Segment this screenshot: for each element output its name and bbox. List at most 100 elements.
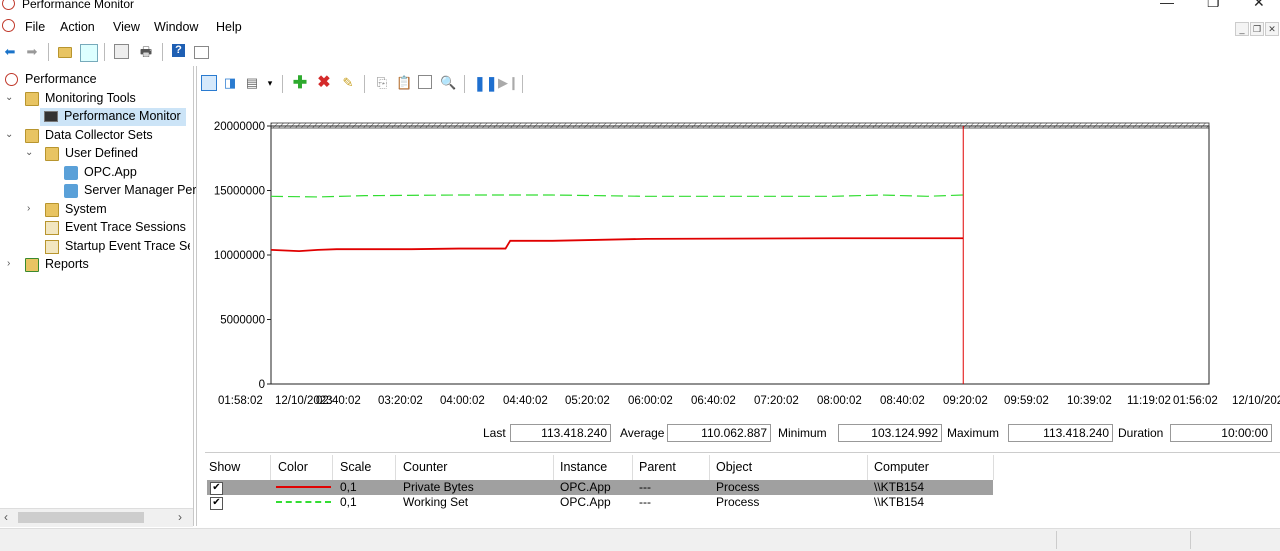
col-object[interactable]: Object (716, 460, 752, 474)
col-scale[interactable]: Scale (340, 460, 371, 474)
view-graph-icon[interactable] (201, 75, 217, 91)
chevron-down-icon[interactable]: ⌄ (5, 92, 15, 103)
view-data-icon[interactable]: ◨ (222, 75, 238, 91)
series-line-working-set[interactable] (270, 194, 964, 198)
legend-row-private-bytes[interactable]: ✔ 0,1 Private Bytes OPC.App --- Process … (207, 480, 993, 495)
tree-item-monitoring-tools[interactable]: ⌄ Monitoring Tools (0, 90, 190, 108)
last-label: Last (483, 426, 506, 440)
tree-item-data-collector-sets[interactable]: ⌄ Data Collector Sets (0, 127, 190, 145)
row-parent: --- (639, 495, 651, 509)
tree-label-startup-event-trace: Startup Event Trace Ses (65, 239, 190, 253)
trace-document-icon (45, 221, 59, 235)
tree-item-server-manager[interactable]: Server Manager Per (0, 182, 197, 200)
toolbar-separator (364, 75, 365, 93)
x-tick-label: 07:20:02 (754, 395, 799, 407)
chevron-down-icon[interactable]: ⌄ (25, 147, 35, 158)
col-show[interactable]: Show (209, 460, 240, 474)
tree-item-performance[interactable]: Performance (0, 71, 190, 89)
add-counter-icon[interactable]: ✚ (292, 74, 308, 91)
help-icon[interactable]: ? (172, 44, 185, 57)
zoom-icon[interactable]: 🔍 (440, 75, 456, 91)
chevron-down-icon[interactable]: ⌄ (5, 129, 15, 140)
x-tick-label: 03:20:02 (378, 395, 423, 407)
x-tick-label: 12/10/2023 (1232, 395, 1280, 407)
graph-type-dropdown-icon[interactable]: ▾ (262, 75, 278, 91)
copy-properties-icon[interactable]: ⎘ (374, 75, 390, 91)
col-divider (632, 455, 633, 480)
show-checkbox[interactable]: ✔ (210, 497, 223, 510)
col-parent[interactable]: Parent (639, 460, 676, 474)
pane-splitter[interactable] (196, 66, 197, 526)
paste-counter-list-icon[interactable]: 📋 (396, 75, 412, 91)
tree-item-startup-event-trace[interactable]: Startup Event Trace Ses (0, 238, 190, 256)
tree-label-performance-monitor: Performance Monitor (64, 109, 181, 123)
tree-item-user-defined[interactable]: ⌄ User Defined (0, 145, 190, 163)
change-graph-type-icon[interactable]: ▤ (244, 75, 260, 91)
x-tick-label: 11:19:02 (1127, 395, 1171, 407)
print-icon[interactable]: 🖶 (138, 44, 154, 60)
row-instance: OPC.App (560, 480, 611, 494)
performance-graph[interactable]: 20000000 15000000 10000000 5000000 0 01:58:02… (198, 112, 1280, 412)
sidebar-horizontal-scrollbar[interactable]: ‹ › (0, 508, 193, 527)
tree-label-user-defined: User Defined (65, 146, 138, 160)
menu-help[interactable]: Help (216, 20, 242, 34)
col-color[interactable]: Color (278, 460, 308, 474)
menu-view[interactable]: View (113, 20, 140, 34)
legend-divider (205, 452, 1280, 453)
minimize-icon[interactable]: — (1160, 0, 1174, 10)
menu-action[interactable]: Action (60, 20, 95, 34)
col-counter[interactable]: Counter (403, 460, 447, 474)
legend-row-working-set[interactable]: ✔ 0,1 Working Set OPC.App --- Process \\… (207, 495, 993, 510)
col-computer[interactable]: Computer (874, 460, 929, 474)
properties-icon[interactable] (418, 75, 432, 89)
up-folder-icon[interactable] (58, 44, 74, 60)
system-menu-icon[interactable] (2, 19, 15, 32)
menu-file[interactable]: File (25, 20, 45, 34)
maximum-value: 113.418.240 (1008, 424, 1113, 442)
x-tick-label: 01:58:02 (218, 395, 263, 407)
chevron-right-icon[interactable]: › (27, 203, 37, 214)
col-divider (332, 455, 333, 480)
row-computer: \\KTB154 (874, 495, 925, 509)
toolbar-separator (162, 43, 163, 61)
x-tick-label: 04:00:02 (440, 395, 485, 407)
delete-counter-icon[interactable]: ✖ (316, 75, 332, 91)
mdi-minimize-icon[interactable]: _ (1235, 22, 1249, 36)
chevron-right-icon[interactable]: › (7, 258, 17, 269)
minimum-label: Minimum (778, 426, 827, 440)
col-instance[interactable]: Instance (560, 460, 607, 474)
mdi-close-icon[interactable]: ✕ (1265, 22, 1279, 36)
update-data-icon[interactable]: ▶❙ (498, 75, 519, 91)
back-icon[interactable]: ⬅ (2, 44, 18, 60)
mdi-restore-icon[interactable]: ❐ (1250, 22, 1264, 36)
show-hide-tree-icon[interactable] (80, 44, 98, 62)
close-icon[interactable]: ✕ (1253, 0, 1265, 11)
row-scale: 0,1 (340, 495, 357, 509)
toolbar-separator (464, 75, 465, 93)
series-line-private-bytes[interactable] (270, 237, 964, 253)
y-tick-label: 20000000 (214, 121, 265, 133)
tree-item-reports[interactable]: › Reports (0, 256, 190, 274)
tree-item-system[interactable]: › System (0, 201, 190, 219)
row-scale: 0,1 (340, 480, 357, 494)
forward-icon[interactable]: ➡ (24, 44, 40, 60)
tree-item-event-trace-sessions[interactable]: Event Trace Sessions (0, 219, 190, 237)
restore-icon[interactable]: ❐ (1207, 0, 1220, 11)
show-checkbox[interactable]: ✔ (210, 482, 223, 495)
y-tick-label: 5000000 (220, 315, 265, 327)
menu-window[interactable]: Window (154, 20, 198, 34)
tree-item-opc-app[interactable]: OPC.App (0, 164, 190, 182)
highlight-icon[interactable]: ✎ (340, 75, 356, 91)
col-divider (993, 455, 994, 480)
freeze-display-icon[interactable]: ❚❚ (474, 75, 497, 91)
show-action-pane-icon[interactable] (194, 46, 209, 59)
scrollbar-thumb[interactable] (18, 512, 144, 523)
properties-icon[interactable] (114, 44, 129, 59)
row-object: Process (716, 495, 760, 509)
scroll-right-icon[interactable]: › (178, 510, 182, 524)
tree-label-performance: Performance (25, 72, 97, 86)
scroll-left-icon[interactable]: ‹ (4, 510, 8, 524)
x-tick-label: 05:20:02 (565, 395, 610, 407)
tree-item-performance-monitor[interactable]: Performance Monitor (40, 108, 186, 126)
average-label: Average (620, 426, 665, 440)
